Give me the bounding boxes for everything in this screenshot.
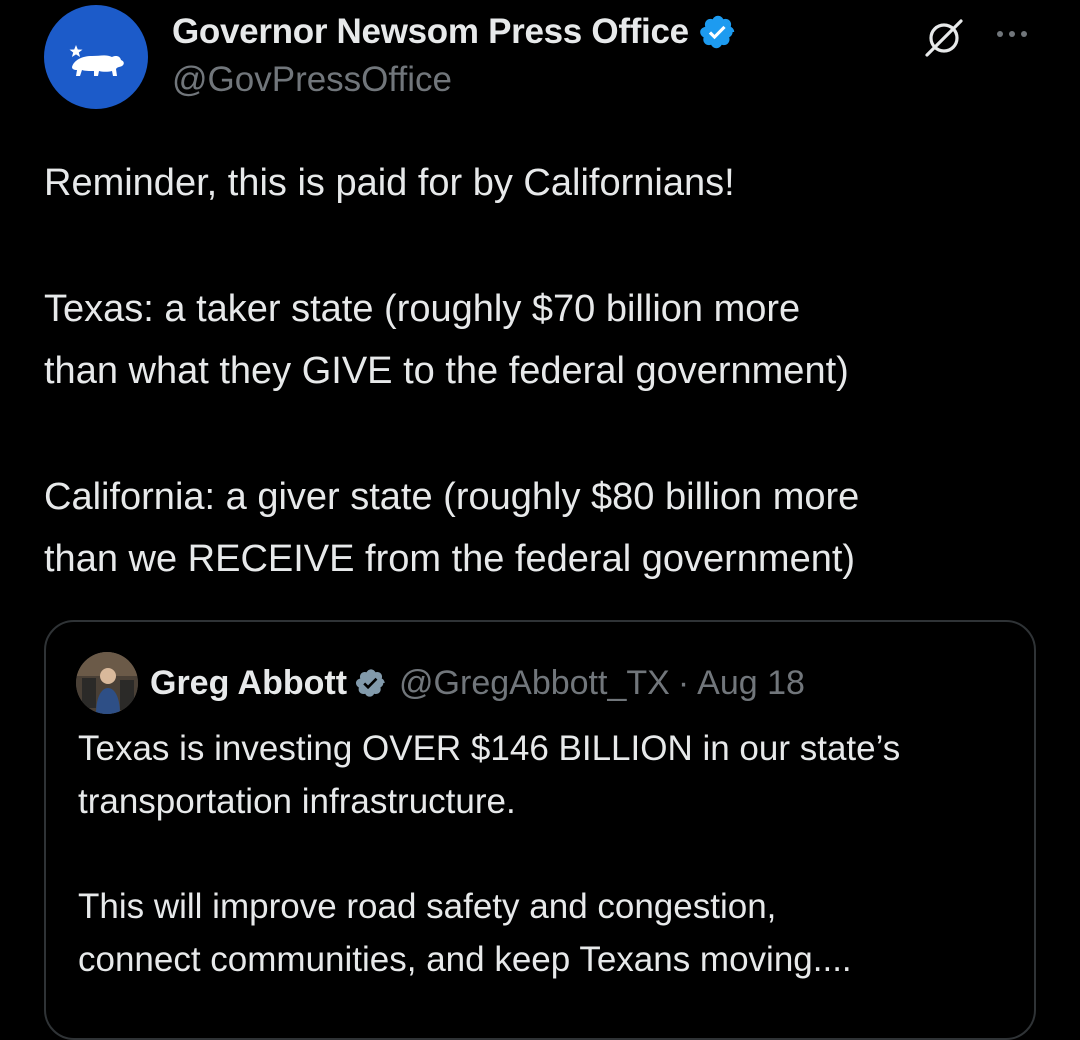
quoted-text-line: transportation infrastructure. <box>78 782 516 821</box>
dot <box>1021 31 1027 37</box>
post-text: Reminder, this is paid for by California… <box>44 152 1044 590</box>
post-text-line: Reminder, this is paid for by California… <box>44 162 735 204</box>
quoted-post-header: Greg Abbott @GregAbbott_TX · Aug 18 <box>76 652 805 714</box>
more-options-icon[interactable] <box>990 16 1034 52</box>
grok-icon[interactable] <box>918 12 970 64</box>
quoted-text-line: Texas is investing OVER $146 BILLION in … <box>78 729 901 768</box>
dot <box>1009 31 1015 37</box>
separator: · <box>677 663 690 702</box>
author-handle[interactable]: @GovPressOffice <box>172 60 452 100</box>
quoted-text-line: This will improve road safety and conges… <box>78 887 777 926</box>
verified-badge-icon[interactable] <box>699 13 737 51</box>
dot <box>997 31 1003 37</box>
post-text-line: Texas: a taker state (roughly $70 billio… <box>44 288 801 330</box>
quoted-post-text: Texas is investing OVER $146 BILLION in … <box>78 722 1018 986</box>
quoted-post-card[interactable]: Greg Abbott @GregAbbott_TX · Aug 18 Texa… <box>44 620 1036 1040</box>
quoted-author-avatar[interactable] <box>76 652 138 714</box>
post-text-line: than what they GIVE to the federal gover… <box>44 350 849 392</box>
post-text-line: California: a giver state (roughly $80 b… <box>44 476 860 518</box>
avatar[interactable] <box>44 5 148 109</box>
post-text-line: than we RECEIVE from the federal governm… <box>44 538 856 580</box>
california-bear-icon <box>69 45 124 76</box>
quoted-author-name[interactable]: Greg Abbott <box>150 664 347 703</box>
quoted-post-date[interactable]: Aug 18 <box>697 664 805 703</box>
gray-verified-icon[interactable] <box>355 667 387 699</box>
quoted-text-line: connect communities, and keep Texans mov… <box>78 940 852 979</box>
author-display-name[interactable]: Governor Newsom Press Office <box>172 12 689 52</box>
author-name-row: Governor Newsom Press Office <box>172 8 737 56</box>
quoted-author-handle[interactable]: @GregAbbott_TX <box>399 664 670 703</box>
